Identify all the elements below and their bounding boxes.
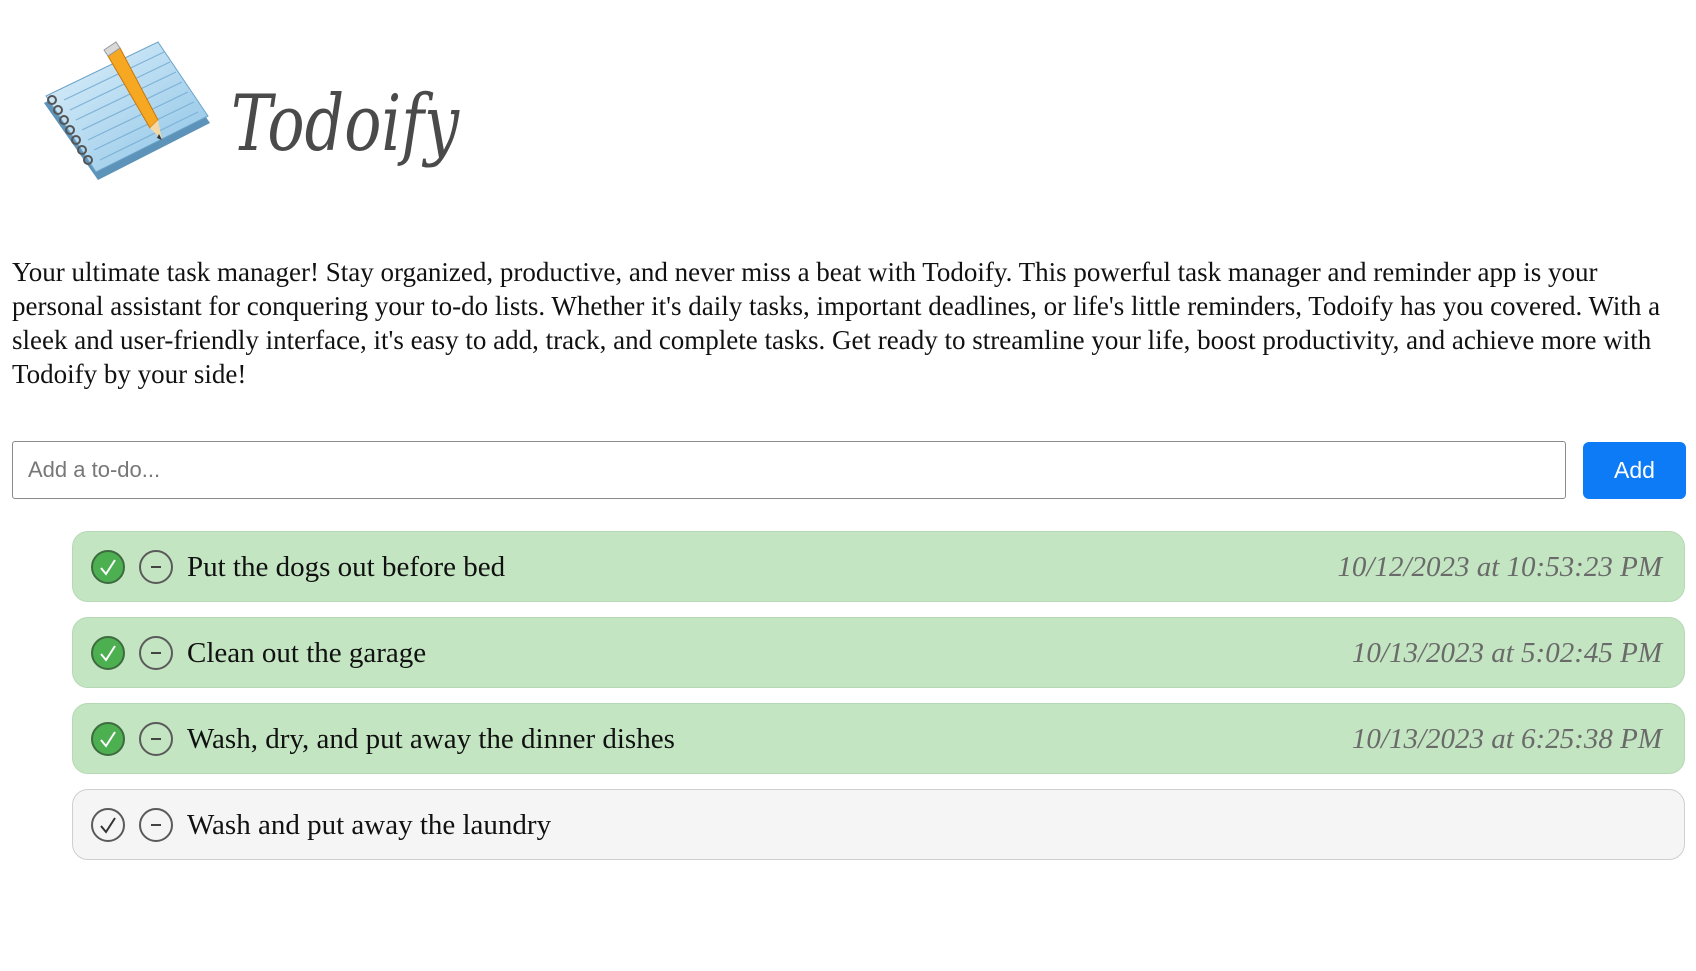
todo-text: Clean out the garage xyxy=(187,637,427,669)
check-circle-icon xyxy=(100,559,116,576)
minus-circle-icon xyxy=(151,738,161,740)
completed-timestamp: 10/13/2023 at 6:25:38 PM xyxy=(1351,723,1662,755)
minus-circle-icon xyxy=(151,566,161,568)
remove-button[interactable] xyxy=(139,636,173,670)
complete-toggle-button[interactable] xyxy=(91,722,125,756)
todo-list: Put the dogs out before bed 10/12/2023 a… xyxy=(72,531,1685,875)
complete-toggle-button[interactable] xyxy=(91,550,125,584)
todo-item: Put the dogs out before bed 10/12/2023 a… xyxy=(72,531,1685,602)
todo-item: Wash, dry, and put away the dinner dishe… xyxy=(72,703,1685,774)
minus-circle-icon xyxy=(151,652,161,654)
check-circle-icon xyxy=(100,817,116,834)
completed-timestamp: 10/12/2023 at 10:53:23 PM xyxy=(1337,551,1662,583)
completed-timestamp: 10/13/2023 at 5:02:45 PM xyxy=(1351,637,1662,669)
complete-toggle-button[interactable] xyxy=(91,808,125,842)
intro-paragraph: Your ultimate task manager! Stay organiz… xyxy=(12,257,1661,389)
todo-text: Put the dogs out before bed xyxy=(187,551,506,583)
remove-button[interactable] xyxy=(139,550,173,584)
check-circle-icon xyxy=(100,645,116,662)
todo-item: Clean out the garage 10/13/2023 at 5:02:… xyxy=(72,617,1685,688)
complete-toggle-button[interactable] xyxy=(91,636,125,670)
check-circle-icon xyxy=(100,731,116,748)
minus-circle-icon xyxy=(151,824,161,826)
remove-button[interactable] xyxy=(139,808,173,842)
todoify-page: Todoify Your ultimate task manager! Stay… xyxy=(0,0,1696,971)
todoify-logo: Todoify xyxy=(40,28,480,203)
notepad-pencil-icon xyxy=(44,41,210,180)
add-button[interactable]: Add xyxy=(1583,442,1686,499)
remove-button[interactable] xyxy=(139,722,173,756)
logo-text: Todoify xyxy=(231,79,460,169)
todo-input[interactable] xyxy=(12,441,1566,499)
todo-item: Wash and put away the laundry xyxy=(72,789,1685,860)
todoify-wordmark: Todoify xyxy=(231,79,460,169)
todo-text: Wash and put away the laundry xyxy=(187,809,552,841)
todo-text: Wash, dry, and put away the dinner dishe… xyxy=(187,723,675,755)
add-todo-form: Add xyxy=(12,441,1686,501)
